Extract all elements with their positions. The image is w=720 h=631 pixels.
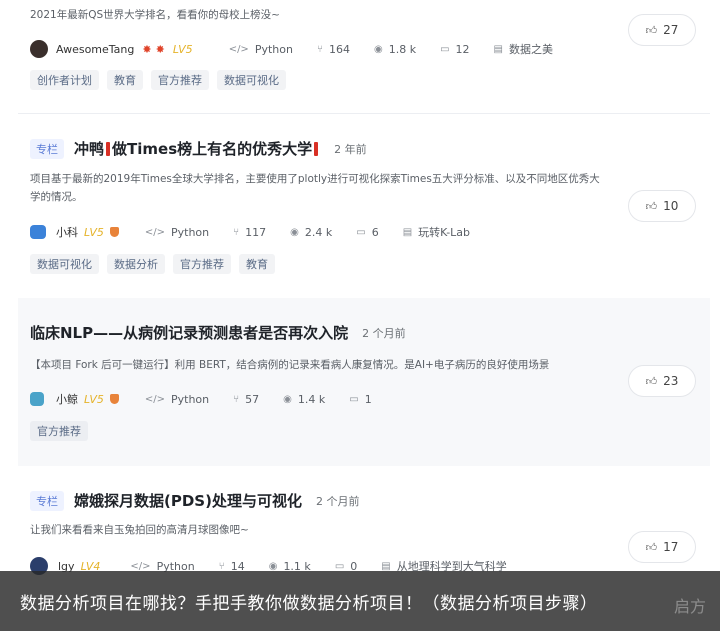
tag-list: 创作者计划 教育 官方推荐 数据可视化 (30, 70, 286, 90)
eye-icon: ◉ (290, 226, 299, 238)
card-title[interactable]: 嫦娥探月数据(PDS)处理与可视化 (74, 490, 302, 511)
fork-count: ⑂ 117 (233, 225, 267, 239)
comment-count: ▭ 12 (440, 42, 470, 56)
post-time: 2 个月前 (362, 326, 406, 340)
column-tag: 专栏 (30, 490, 64, 511)
project-link[interactable]: ▤ 数据之美 (494, 41, 553, 57)
comment-icon: ▭ (349, 393, 359, 405)
project-icon: ▤ (493, 43, 503, 55)
tag[interactable]: 数据分析 (107, 254, 165, 274)
author-name[interactable]: AwesomeTang (56, 43, 134, 56)
shield-icon (109, 394, 119, 404)
card-description: 项目基于最新的2019年Times全球大学排名，主要使用了plotly进行可视化… (30, 173, 600, 203)
fork-count: ⑂ 57 (233, 392, 260, 406)
language: </> Python (228, 42, 293, 56)
tag[interactable]: 创作者计划 (30, 70, 99, 90)
fire-badge-icon: ✸ (142, 42, 152, 56)
fork-icon: ⑂ (316, 43, 323, 55)
fork-count: ⑂ 164 (316, 42, 350, 56)
view-count: ◉ 1.4 k (283, 392, 326, 406)
author-name[interactable]: 小鲸 (56, 391, 78, 407)
avatar[interactable] (30, 392, 44, 406)
author-name[interactable]: 小科 (56, 224, 78, 240)
code-icon: </> (144, 226, 165, 238)
card-description: 2021年最新QS世界大学排名，看看你的母校上榜没~ (30, 9, 280, 21)
user-level: LV5 (84, 225, 104, 239)
tag[interactable]: 教育 (107, 70, 143, 90)
code-icon: </> (130, 560, 151, 572)
project-icon: ▤ (381, 560, 391, 572)
thumbs-up-icon: 👍︎ (645, 199, 658, 213)
exclamation-icon (314, 142, 319, 156)
tag[interactable]: 官方推荐 (151, 70, 209, 90)
thumbs-up-icon: 👍︎ (645, 374, 658, 388)
project-card-3[interactable]: 临床NLP——从病例记录预测患者是否再次入院 2 个月前 【本项目 Fork 后… (18, 298, 710, 466)
avatar[interactable] (30, 40, 48, 58)
column-tag: 专栏 (30, 138, 64, 159)
eye-icon: ◉ (283, 393, 292, 405)
project-icon: ▤ (402, 226, 413, 238)
tag-list: 数据可视化 数据分析 官方推荐 教育 (30, 254, 275, 274)
eye-icon: ◉ (268, 560, 278, 572)
tag[interactable]: 数据可视化 (30, 254, 99, 274)
like-count: 27 (663, 23, 679, 37)
avatar[interactable] (30, 225, 46, 239)
view-count: ◉ 1.8 k (373, 42, 417, 56)
tag-list: 官方推荐 (30, 421, 88, 441)
comment-icon: ▭ (440, 43, 450, 55)
watermark: 启方 (673, 597, 706, 616)
tag[interactable]: 教育 (239, 254, 275, 274)
fork-icon: ⑂ (218, 560, 225, 572)
project-card-1[interactable]: 2021年最新QS世界大学排名，看看你的母校上榜没~ AwesomeTang ✸… (18, 0, 710, 112)
comment-icon: ▭ (334, 560, 345, 572)
project-link[interactable]: ▤ 玩转K-Lab (403, 224, 470, 240)
like-button[interactable]: 👍︎ 17 (628, 531, 696, 563)
card-title-row: 专栏 冲鸭 做Times榜上有名的优秀大学 2 年前 (30, 138, 367, 159)
shield-icon (109, 227, 119, 237)
like-count: 23 (663, 374, 679, 388)
language: </> Python (144, 392, 210, 406)
comment-count: ▭ 6 (356, 225, 379, 239)
code-icon: </> (144, 393, 165, 405)
project-card-2[interactable]: 专栏 冲鸭 做Times榜上有名的优秀大学 2 年前 项目基于最新的2019年Ti… (18, 114, 710, 296)
user-level: LV5 (172, 42, 193, 56)
card-meta: 小科 LV5 </> Python ⑂ 117 ◉ 2.4 k ▭ 6 ▤ 玩转K-Lab (30, 224, 494, 240)
like-button[interactable]: 👍︎ 10 (628, 190, 696, 222)
banner-title: 数据分析项目在哪找？手把手教你做数据分析项目！（数据分析项目步骤） (20, 593, 598, 614)
code-icon: </> (228, 43, 249, 55)
exclamation-icon (106, 142, 111, 156)
card-title-row: 临床NLP——从病例记录预测患者是否再次入院 2 个月前 (30, 322, 406, 343)
card-title[interactable]: 冲鸭 做Times榜上有名的优秀大学 (74, 138, 320, 159)
tag[interactable]: 官方推荐 (173, 254, 231, 274)
comment-icon: ▭ (356, 226, 366, 238)
comment-count: ▭ 1 (349, 392, 372, 406)
card-meta: 小鲸 LV5 </> Python ⑂ 57 ◉ 1.4 k ▭ 1 (30, 391, 396, 407)
like-count: 17 (663, 540, 679, 554)
project-card-4[interactable]: 专栏 嫦娥探月数据(PDS)处理与可视化 2 个月前 让我们来看看来自玉兔拍回的… (18, 468, 710, 578)
like-count: 10 (663, 199, 679, 213)
tag[interactable]: 数据可视化 (217, 70, 286, 90)
tag[interactable]: 官方推荐 (30, 421, 88, 441)
user-level: LV5 (84, 392, 104, 406)
card-description: 【本项目 Fork 后可一键运行】利用 BERT，结合病例的记录来看病人康复情况… (30, 359, 550, 371)
view-count: ◉ 2.4 k (290, 225, 333, 239)
article-title-banner: 数据分析项目在哪找？手把手教你做数据分析项目！（数据分析项目步骤） 启方 (0, 571, 720, 631)
card-title[interactable]: 临床NLP——从病例记录预测患者是否再次入院 (30, 322, 348, 343)
fork-icon: ⑂ (233, 393, 240, 405)
like-button[interactable]: 👍︎ 23 (628, 365, 696, 397)
card-meta: AwesomeTang ✸ ✸ LV5 </> Python ⑂ 164 ◉ 1.8 … (30, 40, 577, 58)
post-time: 2 个月前 (315, 494, 360, 508)
fire-badge-icon: ✸ (155, 42, 165, 56)
like-button[interactable]: 👍︎ 27 (628, 14, 696, 46)
thumbs-up-icon: 👍︎ (645, 23, 658, 37)
card-description: 让我们来看看来自玉兔拍回的高清月球图像吧~ (30, 524, 249, 536)
language: </> Python (144, 225, 210, 239)
thumbs-up-icon: 👍︎ (645, 540, 658, 554)
card-title-row: 专栏 嫦娥探月数据(PDS)处理与可视化 2 个月前 (30, 490, 359, 511)
eye-icon: ◉ (373, 43, 383, 55)
fork-icon: ⑂ (233, 226, 240, 238)
post-time: 2 年前 (334, 142, 367, 156)
